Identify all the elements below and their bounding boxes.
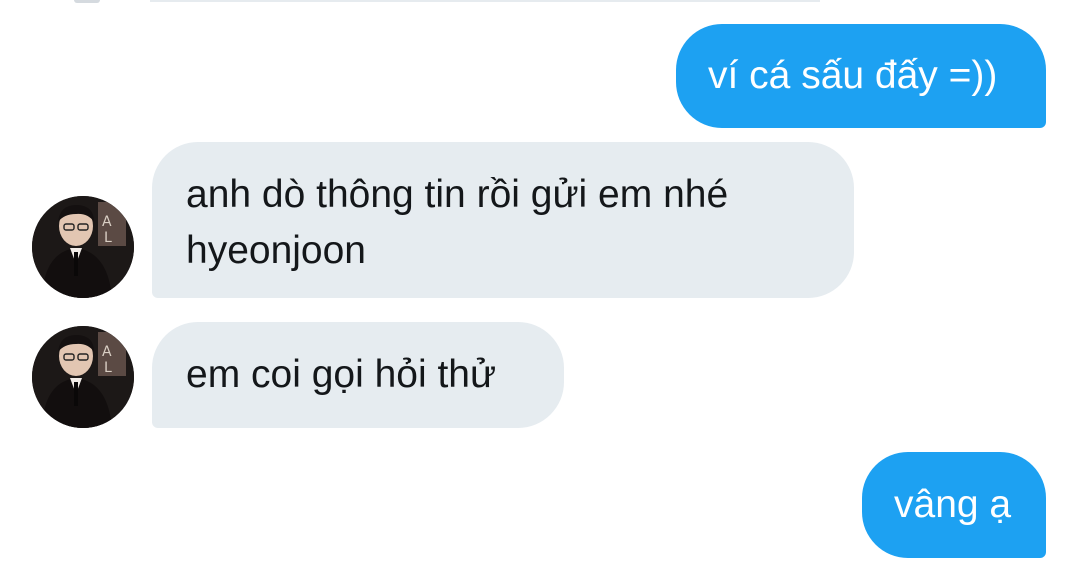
message-text-line: hyeonjoon: [186, 229, 366, 272]
svg-text:A: A: [102, 214, 112, 230]
chat-thread: ví cá sấu đấy =)) A L anh dò thông tin r…: [0, 0, 1080, 588]
previous-message-edge: [74, 0, 100, 3]
message-bubble-incoming[interactable]: anh dò thông tin rồi gửi em nhé hyeonjoo…: [152, 142, 854, 298]
message-text: vâng ạ: [894, 483, 1012, 526]
svg-text:L: L: [104, 230, 112, 246]
previous-message-divider: [150, 0, 820, 2]
message-text: em coi gọi hỏi thử: [186, 353, 497, 396]
svg-text:L: L: [104, 360, 112, 376]
message-text: ví cá sấu đấy =)): [708, 54, 998, 97]
message-text-line: anh dò thông tin rồi gửi em nhé: [186, 173, 729, 216]
profile-photo-icon: A L: [32, 326, 134, 428]
avatar[interactable]: A L: [32, 196, 134, 298]
svg-text:A: A: [102, 344, 112, 360]
message-bubble-outgoing[interactable]: vâng ạ: [862, 452, 1046, 558]
profile-photo-icon: A L: [32, 196, 134, 298]
message-bubble-incoming[interactable]: em coi gọi hỏi thử: [152, 322, 564, 428]
message-bubble-outgoing[interactable]: ví cá sấu đấy =)): [676, 24, 1046, 128]
avatar[interactable]: A L: [32, 326, 134, 428]
